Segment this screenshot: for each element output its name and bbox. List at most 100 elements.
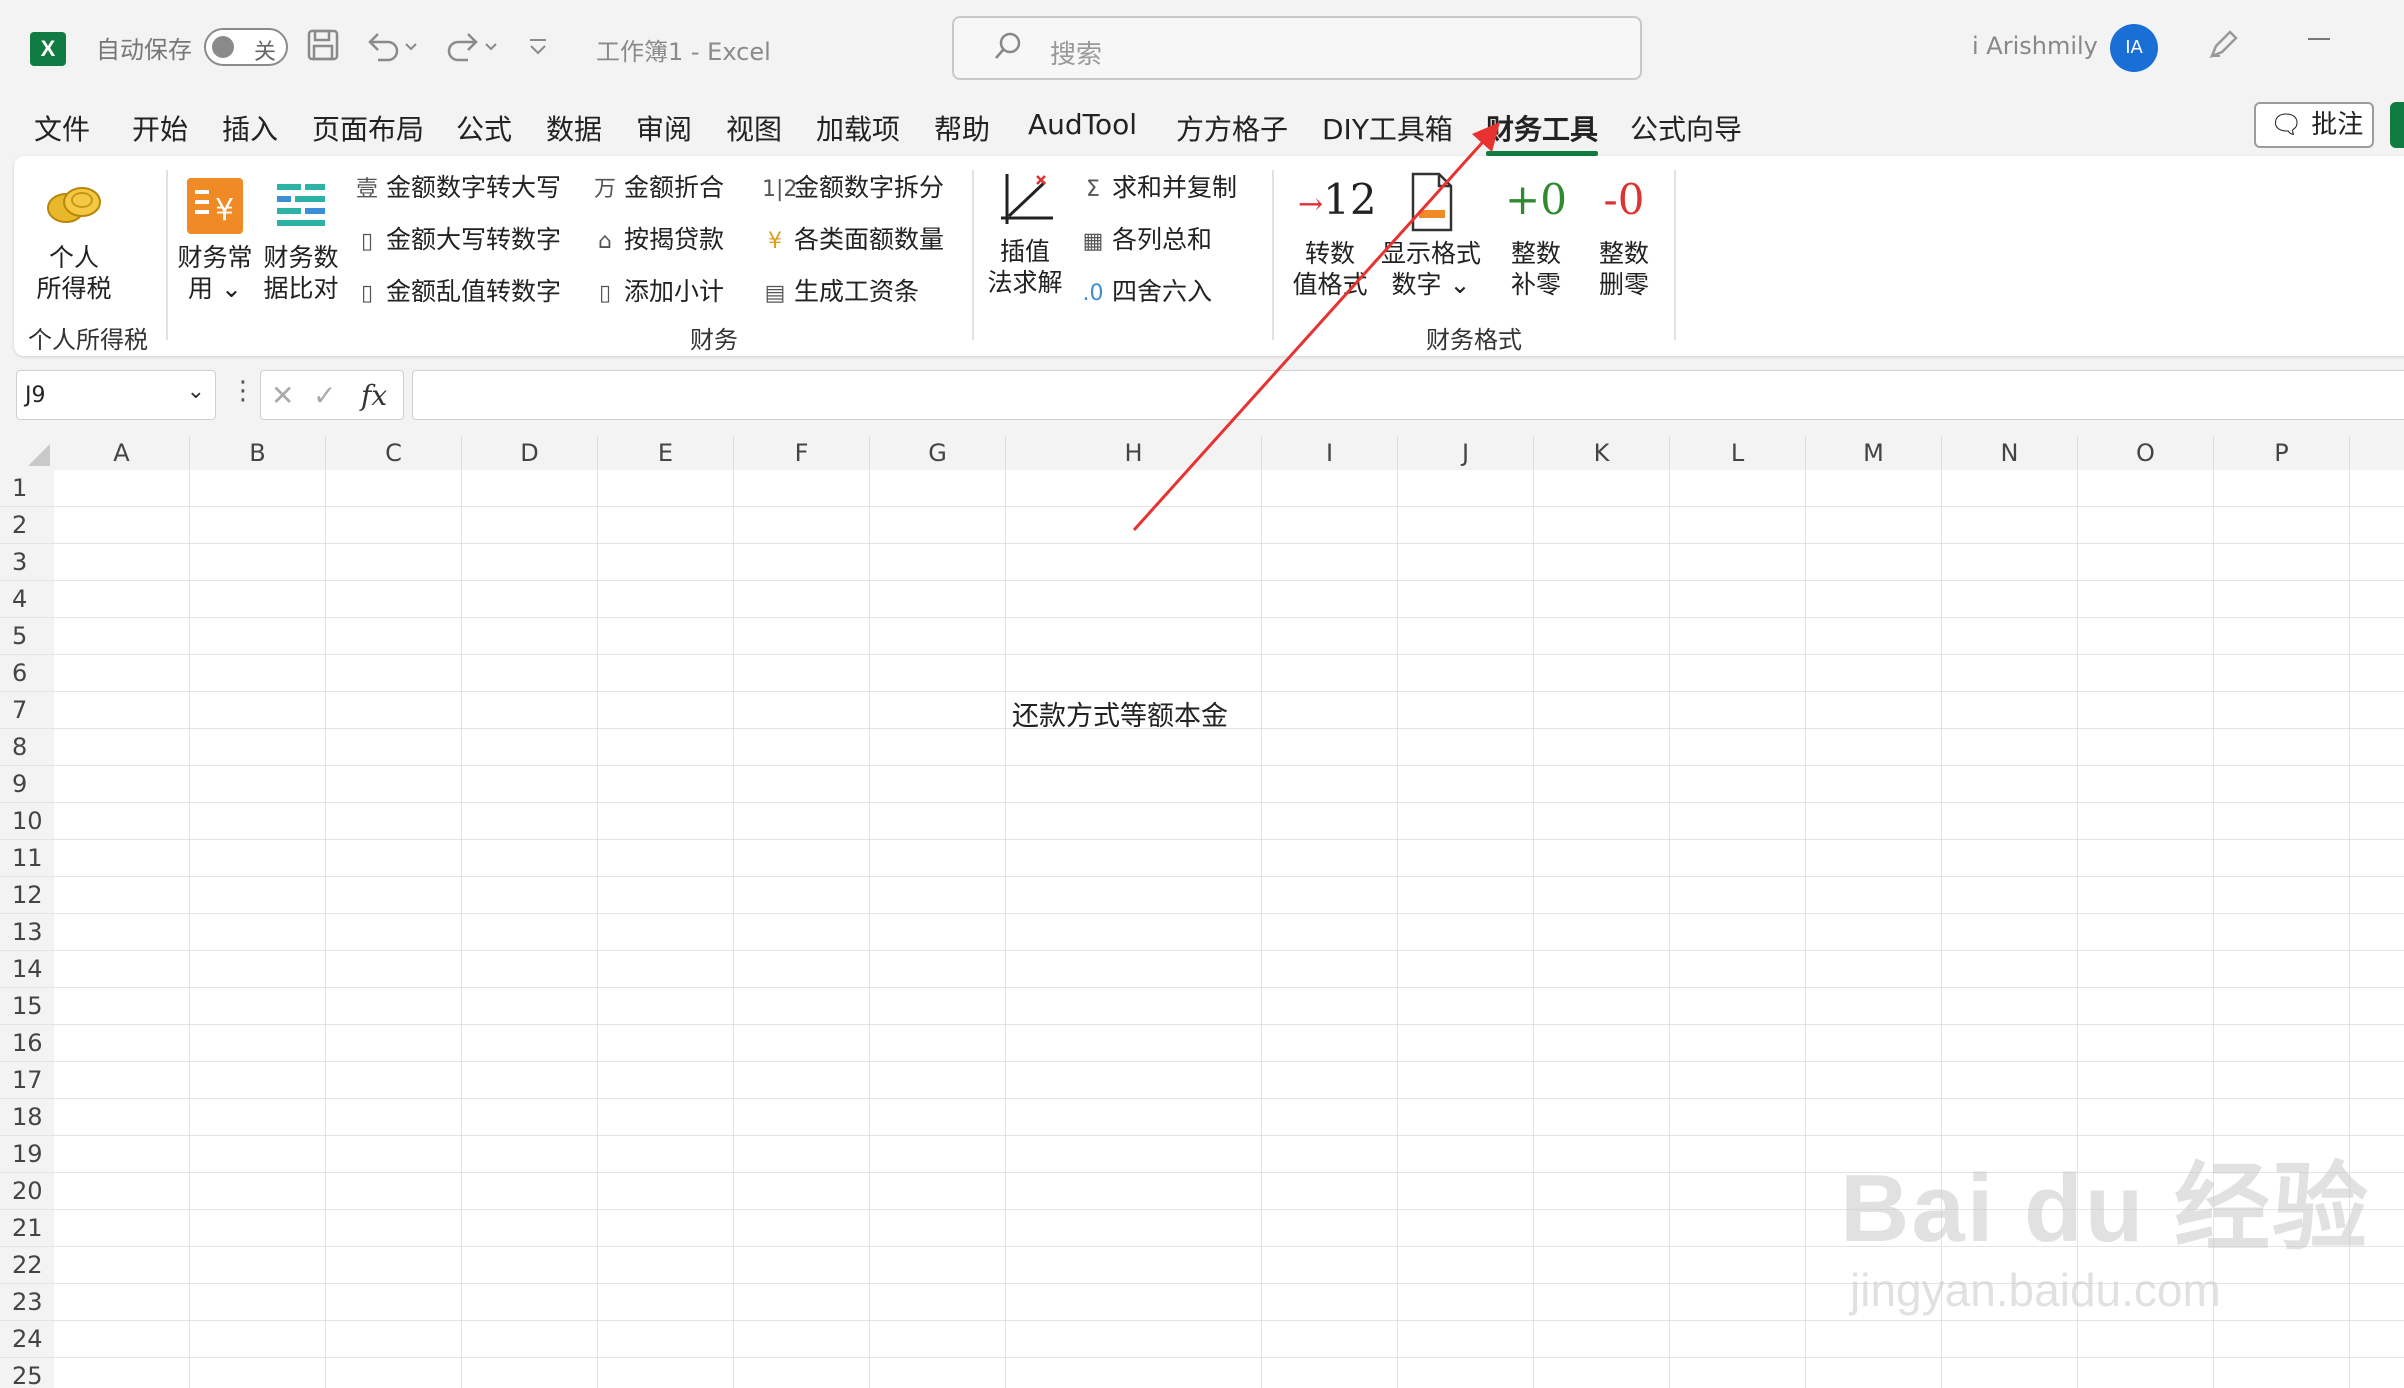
display-format-number-button[interactable]: 显示格式 数字 ⌄ (1376, 170, 1486, 300)
row-header-20[interactable]: 20 (0, 1173, 54, 1210)
row-header-24[interactable]: 24 (0, 1321, 54, 1358)
row-header-18[interactable]: 18 (0, 1099, 54, 1136)
save-icon[interactable] (306, 28, 340, 70)
undo-icon[interactable] (364, 28, 420, 70)
row-header-11[interactable]: 11 (0, 840, 54, 877)
tab-formulas[interactable]: 公式 (456, 108, 512, 148)
row-header-13[interactable]: 13 (0, 914, 54, 951)
tab-diy-toolbox[interactable]: DIY工具箱 (1322, 108, 1453, 148)
insert-function-icon[interactable]: fx (361, 379, 387, 412)
column-header-n[interactable]: N (1942, 436, 2078, 470)
column-header-i[interactable]: I (1262, 436, 1398, 470)
finance-common-button[interactable]: ¥ 财务常 用 ⌄ (174, 174, 256, 304)
convert-to-value-format-button[interactable]: →12 转数 值格式 (1290, 170, 1376, 300)
upper-to-number-button[interactable]: ▯ 金额大写转数字 (354, 220, 561, 260)
tab-fangfang[interactable]: 方方格子 (1176, 108, 1288, 148)
integer-pad-zero-button[interactable]: +0 整数 补零 (1496, 170, 1576, 300)
row-header-21[interactable]: 21 (0, 1210, 54, 1247)
autosave-toggle[interactable]: 关 (204, 28, 288, 66)
row-header-17[interactable]: 17 (0, 1062, 54, 1099)
excel-logo-icon: X (30, 32, 72, 66)
tab-finance-tools[interactable]: 财务工具 (1486, 108, 1599, 156)
row-header-22[interactable]: 22 (0, 1247, 54, 1284)
row-header-25[interactable]: 25 (0, 1358, 54, 1388)
integer-remove-zero-button[interactable]: -0 整数 删零 (1584, 170, 1664, 300)
row-header-19[interactable]: 19 (0, 1136, 54, 1173)
amount-split-button[interactable]: 1|2金额数字拆分 (762, 168, 944, 208)
add-subtotal-button[interactable]: ▯ 添加小计 (592, 272, 724, 312)
row-header-14[interactable]: 14 (0, 951, 54, 988)
amount-convert-button[interactable]: 万金额折合 (592, 168, 724, 208)
column-header-k[interactable]: K (1534, 436, 1670, 470)
column-header-a[interactable]: A (54, 436, 190, 470)
tab-insert[interactable]: 插入 (222, 108, 278, 148)
comment-icon: 🗨 (2270, 110, 2304, 140)
mortgage-button[interactable]: ⌂ 按揭贷款 (592, 220, 724, 260)
tab-view[interactable]: 视图 (726, 108, 782, 148)
row-header-16[interactable]: 16 (0, 1025, 54, 1062)
row-header-1[interactable]: 1 (0, 470, 54, 507)
personal-tax-button[interactable]: 个人 所得税 (28, 174, 120, 304)
tab-audtool[interactable]: AudTool (1028, 108, 1137, 141)
column-header-f[interactable]: F (734, 436, 870, 470)
search-box[interactable]: 搜索 (952, 16, 1642, 80)
column-totals-button[interactable]: ▦ 各列总和 (1080, 220, 1212, 260)
row-header-9[interactable]: 9 (0, 766, 54, 803)
comment-button[interactable]: 🗨 批注 (2254, 102, 2374, 148)
column-header-e[interactable]: E (598, 436, 734, 470)
row-header-3[interactable]: 3 (0, 544, 54, 581)
column-header-j[interactable]: J (1398, 436, 1534, 470)
formula-input[interactable] (412, 370, 2404, 420)
pen-icon[interactable] (2206, 26, 2242, 71)
row-header-10[interactable]: 10 (0, 803, 54, 840)
confirm-icon[interactable]: ✓ (313, 379, 336, 412)
tab-formula-wizard[interactable]: 公式向导 (1630, 108, 1742, 148)
row-header-12[interactable]: 12 (0, 877, 54, 914)
more-options-icon[interactable]: ⋮ (230, 376, 256, 406)
tab-home[interactable]: 开始 (132, 108, 188, 148)
tab-help[interactable]: 帮助 (934, 108, 990, 148)
column-header-b[interactable]: B (190, 436, 326, 470)
column-header-o[interactable]: O (2078, 436, 2214, 470)
row-header-23[interactable]: 23 (0, 1284, 54, 1321)
sum-and-copy-button[interactable]: Σ 求和并复制 (1080, 168, 1237, 208)
name-box[interactable]: J9 ⌄ (16, 370, 216, 420)
row-header-4[interactable]: 4 (0, 581, 54, 618)
row-header-8[interactable]: 8 (0, 729, 54, 766)
interpolation-solve-button[interactable]: 插值 法求解 (980, 168, 1070, 298)
tab-review[interactable]: 审阅 (636, 108, 692, 148)
messy-value-to-number-button[interactable]: ▯ 金额乱值转数字 (354, 272, 561, 312)
column-header-p[interactable]: P (2214, 436, 2350, 470)
row-header-15[interactable]: 15 (0, 988, 54, 1025)
customize-toolbar-icon[interactable] (526, 28, 550, 70)
row-header-5[interactable]: 5 (0, 618, 54, 655)
row-header-2[interactable]: 2 (0, 507, 54, 544)
column-header-d[interactable]: D (462, 436, 598, 470)
chevron-down-icon[interactable]: ⌄ (187, 379, 205, 404)
grid-hline (54, 728, 2404, 729)
share-button[interactable] (2390, 102, 2404, 148)
round-half-even-button[interactable]: .0 四舍六入 (1080, 272, 1213, 312)
column-header-m[interactable]: M (1806, 436, 1942, 470)
select-all-corner[interactable] (0, 436, 54, 470)
minimize-icon[interactable] (2304, 22, 2334, 57)
generate-payslip-button[interactable]: ▤ 生成工资条 (762, 272, 919, 312)
column-header-l[interactable]: L (1670, 436, 1806, 470)
amount-to-chinese-upper-button[interactable]: 壹金额数字转大写 (354, 168, 561, 208)
user-name[interactable]: i Arishmily (1972, 32, 2098, 60)
column-header-g[interactable]: G (870, 436, 1006, 470)
cancel-icon[interactable]: ✕ (271, 379, 294, 412)
row-header-6[interactable]: 6 (0, 655, 54, 692)
row-header-7[interactable]: 7 (0, 692, 54, 729)
tab-file[interactable]: 文件 (34, 108, 90, 148)
column-header-h[interactable]: H (1006, 436, 1262, 470)
redo-icon[interactable] (444, 28, 500, 70)
tab-addins[interactable]: 加载项 (816, 108, 900, 148)
column-header-c[interactable]: C (326, 436, 462, 470)
grid-hline (54, 802, 2404, 803)
avatar[interactable]: IA (2110, 24, 2158, 72)
denomination-count-button[interactable]: ¥ 各类面额数量 (762, 220, 944, 260)
tab-page-layout[interactable]: 页面布局 (312, 108, 424, 148)
tab-data[interactable]: 数据 (546, 108, 602, 148)
finance-compare-button[interactable]: 财务数 据比对 (260, 174, 342, 304)
